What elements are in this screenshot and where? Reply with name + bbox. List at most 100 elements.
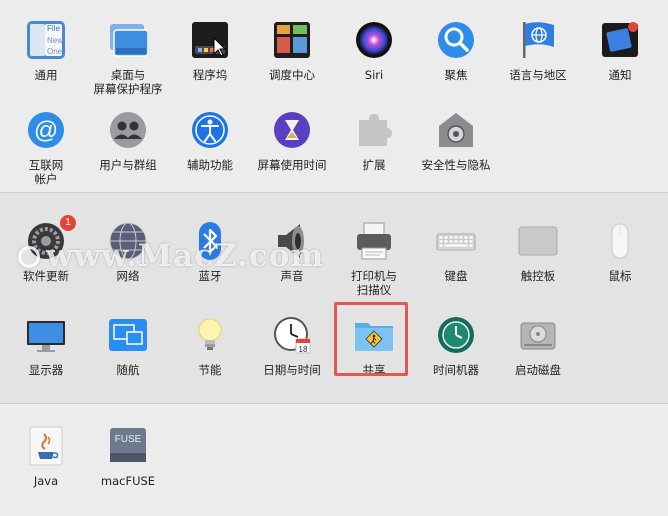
fuse-text: FUSE xyxy=(115,434,142,445)
general-icon-line1: File xyxy=(47,24,60,33)
pane-label: Java xyxy=(33,474,59,488)
trackpad-icon xyxy=(518,221,558,261)
pane-label: 蓝牙 xyxy=(198,269,222,283)
pane-language-region[interactable]: 语言与地区 xyxy=(497,20,579,82)
pane-sharing[interactable]: 共享 xyxy=(333,315,415,377)
pane-label: 触控板 xyxy=(520,269,556,283)
calendar-day: 18 xyxy=(299,345,308,354)
pane-time-machine[interactable]: 时间机器 xyxy=(415,315,497,377)
pane-label: 键盘 xyxy=(444,269,468,283)
mouse-icon xyxy=(600,221,640,261)
pane-label: 互联网 帐户 xyxy=(28,158,64,186)
pane-label: 共享 xyxy=(362,363,386,377)
language-region-icon xyxy=(518,20,558,60)
update-badge: 1 xyxy=(60,215,76,231)
pane-software-update[interactable]: 1 软件更新 xyxy=(5,215,87,283)
pane-spotlight[interactable]: 聚焦 xyxy=(415,20,497,82)
pane-displays[interactable]: 显示器 xyxy=(5,315,87,377)
pane-mouse[interactable]: 鼠标 xyxy=(579,221,661,283)
pane-label: 节能 xyxy=(198,363,222,377)
java-icon xyxy=(26,426,66,466)
energy-saver-icon xyxy=(190,315,230,355)
bluetooth-icon xyxy=(190,221,230,261)
pane-desktop-screensaver[interactable]: 桌面与 屏幕保护程序 xyxy=(87,20,169,96)
pane-label: 打印机与 扫描仪 xyxy=(351,269,397,297)
general-icon-line2: New xyxy=(47,36,63,45)
pane-screen-time[interactable]: 屏幕使用时间 xyxy=(251,110,333,172)
date-time-icon: 18 xyxy=(272,315,312,355)
pane-label: 辅助功能 xyxy=(187,158,233,172)
pane-sidecar[interactable]: 随航 xyxy=(87,315,169,377)
pane-trackpad[interactable]: 触控板 xyxy=(497,221,579,283)
pane-dock[interactable]: 程序坞 xyxy=(169,20,251,82)
pane-label: 启动磁盘 xyxy=(515,363,561,377)
pane-date-time[interactable]: 18 日期与时间 xyxy=(251,315,333,377)
pane-label: 程序坞 xyxy=(192,68,228,82)
pane-label: 用户与群组 xyxy=(99,158,157,172)
pane-bluetooth[interactable]: 蓝牙 xyxy=(169,221,251,283)
printers-scanners-icon xyxy=(354,221,394,261)
pane-printers-scanners[interactable]: 打印机与 扫描仪 xyxy=(333,221,415,297)
users-groups-icon xyxy=(108,110,148,150)
time-machine-icon xyxy=(436,315,476,355)
pane-label: 网络 xyxy=(116,269,140,283)
pane-java[interactable]: Java xyxy=(5,426,87,488)
extensions-icon xyxy=(354,110,394,150)
accessibility-icon xyxy=(190,110,230,150)
pane-extensions[interactable]: 扩展 xyxy=(333,110,415,172)
pane-startup-disk[interactable]: 启动磁盘 xyxy=(497,315,579,377)
other-section: Java FUSE macFUSE xyxy=(0,403,668,516)
general-icon-line3: One xyxy=(47,47,63,56)
pane-label: 通知 xyxy=(608,68,632,82)
siri-icon xyxy=(354,20,394,60)
startup-disk-icon xyxy=(518,315,558,355)
pane-label: Siri xyxy=(364,68,384,82)
pane-energy-saver[interactable]: 节能 xyxy=(169,315,251,377)
pane-label: 扩展 xyxy=(362,158,386,172)
pane-label: 软件更新 xyxy=(23,269,69,283)
pane-label: 日期与时间 xyxy=(263,363,321,377)
software-update-icon: 1 xyxy=(26,215,76,261)
pane-label: 屏幕使用时间 xyxy=(257,158,327,172)
pane-security-privacy[interactable]: 安全性与隐私 xyxy=(415,110,497,172)
pane-accessibility[interactable]: 辅助功能 xyxy=(169,110,251,172)
pane-label: 随航 xyxy=(116,363,140,377)
pane-internet-accounts[interactable]: @ 互联网 帐户 xyxy=(5,110,87,186)
pane-label: 桌面与 屏幕保护程序 xyxy=(93,68,163,96)
general-icon: File New One xyxy=(26,20,66,60)
network-icon xyxy=(108,221,148,261)
internet-accounts-icon: @ xyxy=(26,110,66,150)
pane-keyboard[interactable]: 键盘 xyxy=(415,221,497,283)
pane-label: 时间机器 xyxy=(433,363,479,377)
pane-label: 显示器 xyxy=(28,363,64,377)
security-privacy-icon xyxy=(436,110,476,150)
hardware-section: 1 软件更新 网络 蓝牙 声音 打印机与 扫描仪 键盘 触控板 鼠标 显示器 随… xyxy=(0,192,668,403)
pane-label: 鼠标 xyxy=(608,269,632,283)
keyboard-icon xyxy=(436,221,476,261)
pane-users-groups[interactable]: 用户与群组 xyxy=(87,110,169,172)
svg-text:@: @ xyxy=(34,117,58,144)
sharing-icon xyxy=(354,315,394,355)
personal-section: File New One 通用 桌面与 屏幕保护程序 程序坞 调度中心 Siri… xyxy=(0,0,668,192)
displays-icon xyxy=(26,315,66,355)
pane-label: 聚焦 xyxy=(444,68,468,82)
spotlight-icon xyxy=(436,20,476,60)
pane-label: 声音 xyxy=(280,269,304,283)
pane-label: 语言与地区 xyxy=(509,68,567,82)
pane-general[interactable]: File New One 通用 xyxy=(5,20,87,82)
pane-notifications[interactable]: 通知 xyxy=(579,20,661,82)
pane-siri[interactable]: Siri xyxy=(333,20,415,82)
pane-network[interactable]: 网络 xyxy=(87,221,169,283)
mission-control-icon xyxy=(272,20,312,60)
desktop-screensaver-icon xyxy=(108,20,149,60)
notifications-icon xyxy=(600,20,640,60)
macfuse-icon: FUSE xyxy=(108,426,148,466)
pane-sound[interactable]: 声音 xyxy=(251,221,333,283)
dock-icon xyxy=(190,20,230,60)
pane-label: 调度中心 xyxy=(269,68,315,82)
pane-mission-control[interactable]: 调度中心 xyxy=(251,20,333,82)
pane-label: 安全性与隐私 xyxy=(421,158,491,172)
sidecar-icon xyxy=(108,315,148,355)
screen-time-icon xyxy=(272,110,312,150)
pane-macfuse[interactable]: FUSE macFUSE xyxy=(87,426,169,488)
